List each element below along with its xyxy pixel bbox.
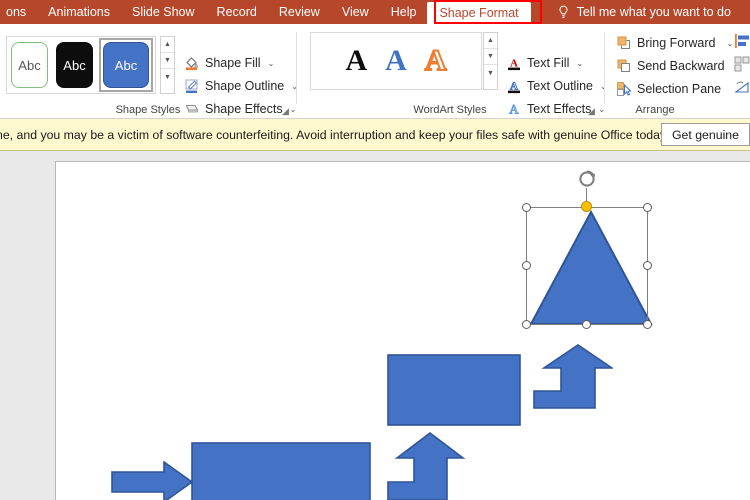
ribbon: Abc Abc Abc ▲ ▼ ▼ Shape Fill ⌄ Shape Out…: [0, 24, 750, 119]
tab-help[interactable]: Help: [380, 0, 428, 24]
rotate-handle-icon[interactable]: [577, 169, 597, 189]
ribbon-group-shape-styles: Abc Abc Abc ▲ ▼ ▼ Shape Fill ⌄ Shape Out…: [0, 24, 298, 119]
selection-pane-icon: [616, 81, 632, 97]
get-genuine-button[interactable]: Get genuine: [660, 123, 750, 146]
arrange-group-label: Arrange: [635, 104, 675, 116]
text-outline-icon: A: [506, 78, 522, 94]
text-outline-button[interactable]: A Text Outline ⌄: [506, 75, 607, 97]
ribbon-tab-bar: ons Animations Slide Show Record Review …: [0, 0, 750, 24]
tell-me-label: Tell me what you want to do: [576, 5, 731, 19]
resize-handle-top-right[interactable]: [643, 203, 652, 212]
gallery-scroll-up-button[interactable]: ▲: [161, 37, 174, 53]
bent-up-arrow-bottom-shape[interactable]: [387, 432, 465, 500]
tab-options[interactable]: ons: [0, 0, 37, 24]
send-backward-button[interactable]: Send Backward ⌄: [616, 55, 739, 77]
wordart-styles-dialog-launcher[interactable]: ◢: [588, 106, 598, 116]
shape-style-tile-2[interactable]: Abc: [56, 42, 93, 88]
send-backward-label: Send Backward: [637, 59, 725, 73]
tab-review[interactable]: Review: [268, 0, 331, 24]
resize-handle-bottom-right[interactable]: [643, 320, 652, 329]
shape-style-tile-1[interactable]: Abc: [11, 42, 48, 88]
pencil-outline-icon: [184, 78, 200, 94]
shape-fill-button[interactable]: Shape Fill ⌄: [184, 52, 274, 74]
rectangle-middle-shape[interactable]: [387, 354, 521, 426]
ribbon-group-arrange: Bring Forward ⌄ Send Backward ⌄: [608, 24, 750, 119]
chevron-down-icon[interactable]: ⌄: [268, 59, 275, 68]
resize-handle-middle-left[interactable]: [522, 261, 531, 270]
chevron-down-icon[interactable]: ⌄: [727, 39, 734, 48]
shape-styles-gallery-scroll[interactable]: ▲ ▼ ▼: [160, 36, 175, 94]
powerpoint-window: ons Animations Slide Show Record Review …: [0, 0, 750, 500]
wordart-tile-3[interactable]: A: [424, 45, 448, 77]
selection-pane-label: Selection Pane: [637, 82, 722, 96]
bring-forward-label: Bring Forward: [637, 36, 716, 50]
selection-pane-button[interactable]: Selection Pane: [616, 78, 721, 100]
shape-outline-button[interactable]: Shape Outline ⌄: [184, 75, 298, 97]
bring-forward-icon: [616, 35, 632, 51]
resize-handle-middle-right[interactable]: [643, 261, 652, 270]
paint-bucket-icon: [184, 55, 200, 71]
wordart-tile-2[interactable]: A: [385, 46, 407, 76]
text-outline-label: Text Outline: [527, 79, 594, 93]
wordart-styles-gallery[interactable]: A A A: [310, 32, 482, 90]
slide-workspace[interactable]: [0, 151, 750, 500]
shape-style-tile-3-selected[interactable]: Abc: [99, 38, 153, 92]
ribbon-group-wordart-styles: A A A ▲ ▼ ▼ A Text Fill ⌄ A Text Outline…: [300, 24, 607, 119]
bent-up-arrow-middle-shape[interactable]: [533, 344, 613, 410]
group-divider-1: [296, 32, 297, 104]
shape-fill-label: Shape Fill: [205, 56, 261, 70]
text-fill-label: Text Fill: [527, 56, 570, 70]
resize-handle-bottom-left[interactable]: [522, 320, 531, 329]
lightbulb-icon: [557, 5, 570, 20]
counterfeit-notice-bar: ne, and you may be a victim of software …: [0, 119, 750, 151]
rotate-objects-icon[interactable]: [734, 79, 750, 95]
shape-styles-dialog-launcher[interactable]: ◢: [282, 106, 292, 116]
group-objects-icon[interactable]: [734, 56, 750, 72]
wordart-tile-1[interactable]: A: [345, 46, 367, 76]
wordart-more-button[interactable]: ▼: [484, 65, 497, 81]
text-fill-icon: A: [506, 55, 522, 71]
tab-slide-show[interactable]: Slide Show: [121, 0, 206, 24]
chevron-down-icon[interactable]: ⌄: [576, 59, 583, 68]
notice-message: ne, and you may be a victim of software …: [0, 127, 669, 142]
right-arrow-bottom-shape[interactable]: [111, 461, 193, 500]
tab-record[interactable]: Record: [206, 0, 268, 24]
group-divider-2: [604, 32, 605, 104]
shape-styles-gallery[interactable]: Abc Abc Abc: [6, 36, 156, 94]
shape-outline-label: Shape Outline: [205, 79, 285, 93]
wordart-scroll-down-button[interactable]: ▼: [484, 49, 497, 65]
shape-style-tile-3-swatch: Abc: [103, 42, 149, 88]
slide-canvas[interactable]: [55, 161, 750, 500]
wordart-scroll-up-button[interactable]: ▲: [484, 33, 497, 49]
resize-handle-top-left[interactable]: [522, 203, 531, 212]
wordart-styles-group-label: WordArt Styles: [413, 104, 487, 116]
tell-me-box[interactable]: Tell me what you want to do: [557, 5, 731, 20]
shape-styles-group-label: Shape Styles: [115, 104, 181, 116]
resize-handle-bottom-center[interactable]: [582, 320, 591, 329]
tab-animations[interactable]: Animations: [37, 0, 121, 24]
rectangle-bottom-shape[interactable]: [191, 442, 371, 500]
send-backward-icon: [616, 58, 632, 74]
selection-bounding-box: [526, 207, 648, 325]
gallery-more-button[interactable]: ▼: [161, 69, 174, 85]
yellow-adjustment-handle[interactable]: [581, 201, 592, 212]
wordart-gallery-scroll[interactable]: ▲ ▼ ▼: [483, 32, 498, 90]
gallery-scroll-down-button[interactable]: ▼: [161, 53, 174, 69]
bring-forward-button[interactable]: Bring Forward ⌄: [616, 32, 733, 54]
tab-view[interactable]: View: [331, 0, 380, 24]
align-objects-icon[interactable]: [734, 33, 750, 49]
tab-shape-format[interactable]: Shape Format: [427, 2, 531, 24]
text-fill-button[interactable]: A Text Fill ⌄: [506, 52, 583, 74]
